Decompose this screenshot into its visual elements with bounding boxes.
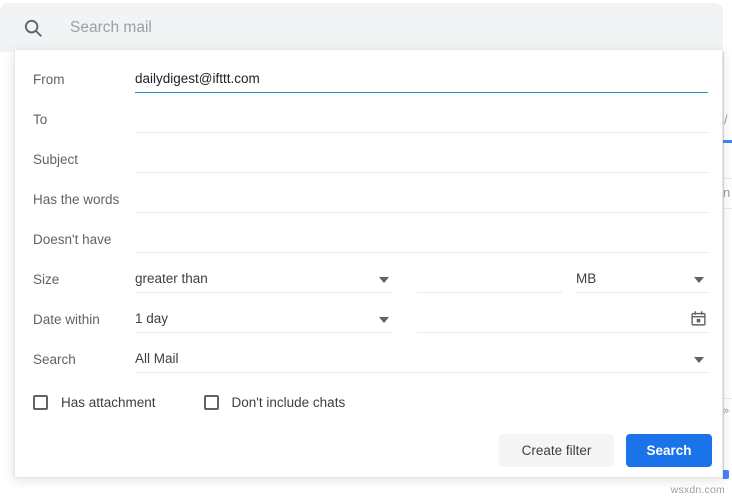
size-comparator-wrap: greater than xyxy=(135,266,393,293)
field-row-search-scope: Search All Mail xyxy=(15,346,722,386)
search-bar[interactable] xyxy=(0,3,723,52)
size-amount-input[interactable] xyxy=(417,266,562,293)
date-value-wrap xyxy=(417,306,708,333)
date-range-select[interactable]: 1 day xyxy=(135,306,393,333)
background-line-fragment-3 xyxy=(724,398,732,399)
create-filter-button[interactable]: Create filter xyxy=(499,434,614,467)
size-amount-wrap xyxy=(417,266,562,293)
field-row-to: To xyxy=(15,106,722,146)
field-row-date-within: Date within 1 day xyxy=(15,306,722,346)
date-value-input[interactable] xyxy=(417,306,708,333)
label-subject: Subject xyxy=(15,146,135,173)
size-unit-wrap: MB xyxy=(576,266,708,293)
checkbox-box-icon[interactable] xyxy=(33,395,48,410)
size-unit-select[interactable]: MB xyxy=(576,266,708,293)
background-line-fragment-2 xyxy=(724,208,732,209)
field-wrap-has-the-words xyxy=(135,186,708,213)
doesnt-have-input[interactable] xyxy=(135,226,708,253)
checkbox-row: Has attachment Don't include chats xyxy=(15,395,345,410)
search-scope-value: All Mail xyxy=(135,345,179,374)
field-row-has-the-words: Has the words xyxy=(15,186,722,226)
dont-include-chats-label: Don't include chats xyxy=(232,395,346,410)
field-wrap-doesnt-have xyxy=(135,226,708,253)
field-wrap-subject xyxy=(135,146,708,173)
label-date-within: Date within xyxy=(15,306,135,333)
from-input[interactable] xyxy=(135,66,708,93)
checkbox-box-icon[interactable] xyxy=(204,395,219,410)
search-button[interactable]: Search xyxy=(626,434,712,467)
background-text-fragment: / xyxy=(724,112,728,127)
search-scope-select[interactable]: All Mail xyxy=(135,346,708,373)
field-row-subject: Subject xyxy=(15,146,722,186)
label-has-the-words: Has the words xyxy=(15,186,135,213)
calendar-icon[interactable] xyxy=(690,310,707,327)
search-input[interactable] xyxy=(70,14,630,42)
background-text-fragment-2: n xyxy=(723,185,730,200)
field-wrap-from xyxy=(135,66,708,93)
watermark: wsxdn.com xyxy=(671,484,725,496)
size-controls: greater than MB xyxy=(135,266,708,293)
label-size: Size xyxy=(15,266,135,293)
search-icon[interactable] xyxy=(22,17,44,39)
label-from: From xyxy=(15,66,135,93)
subject-input[interactable] xyxy=(135,146,708,173)
has-attachment-checkbox[interactable]: Has attachment xyxy=(33,395,156,410)
has-attachment-label: Has attachment xyxy=(61,395,156,410)
date-range-wrap: 1 day xyxy=(135,306,393,333)
field-row-doesnt-have: Doesn't have xyxy=(15,226,722,266)
background-line-fragment xyxy=(724,178,732,179)
to-input[interactable] xyxy=(135,106,708,133)
background-text-fragment-3: » xyxy=(723,405,729,417)
background-accent-bar xyxy=(722,140,732,143)
date-controls: 1 day xyxy=(135,306,708,333)
chevron-down-icon[interactable] xyxy=(694,277,704,283)
background-accent-square xyxy=(722,470,729,479)
chevron-down-icon[interactable] xyxy=(379,277,389,283)
size-unit-value: MB xyxy=(576,265,596,294)
size-comparator-value: greater than xyxy=(135,265,208,294)
search-scope-wrap: All Mail xyxy=(135,346,708,373)
label-doesnt-have: Doesn't have xyxy=(15,226,135,253)
label-search-scope: Search xyxy=(15,346,135,373)
chevron-down-icon[interactable] xyxy=(379,317,389,323)
filter-form: From To Subject Has the words xyxy=(15,66,722,386)
date-range-value: 1 day xyxy=(135,305,168,334)
has-the-words-input[interactable] xyxy=(135,186,708,213)
advanced-search-dialog: From To Subject Has the words xyxy=(14,50,723,478)
dont-include-chats-checkbox[interactable]: Don't include chats xyxy=(204,395,346,410)
chevron-down-icon[interactable] xyxy=(694,357,704,363)
field-row-from: From xyxy=(15,66,722,106)
dialog-action-bar: Create filter Search xyxy=(499,434,712,467)
size-comparator-select[interactable]: greater than xyxy=(135,266,393,293)
field-row-size: Size greater than MB xyxy=(15,266,722,306)
field-wrap-to xyxy=(135,106,708,133)
label-to: To xyxy=(15,106,135,133)
